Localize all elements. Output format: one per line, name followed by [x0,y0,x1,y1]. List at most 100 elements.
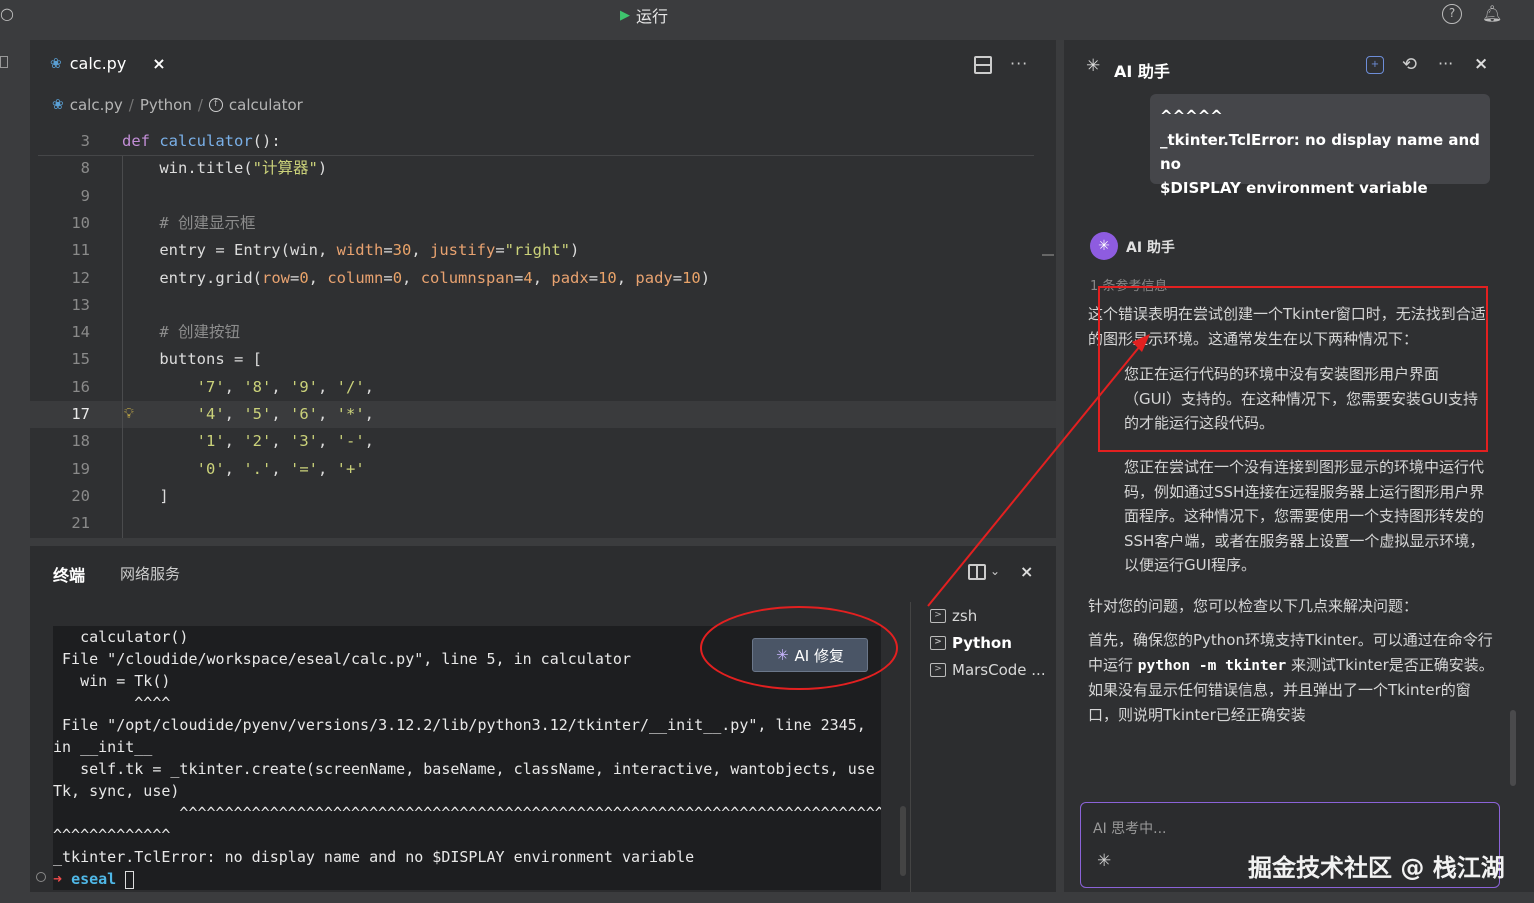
ai-avatar: ✳ [1090,232,1118,260]
code-token: , [532,268,552,287]
terminal-line: ^^^^^^^^^^^^^^^^^^^^^^^^^^^^^^^^^^^^^^^^… [53,804,881,822]
shell-name: MarsCode ... [952,660,1046,679]
code-token: row [261,268,290,287]
code-line[interactable]: 16 '7', '8', '9', '/', [30,374,1056,401]
code-text: # 创建按钮 [122,319,240,346]
tab-close-icon[interactable]: × [152,54,165,73]
code-token: entry.grid( [122,268,262,287]
more-icon[interactable]: ··· [1010,54,1028,73]
panel-divider [910,602,911,892]
sparkle-icon: ✳ [1097,851,1112,871]
code-area[interactable]: 3 def calculator(): 8 win.title("计算器") 9 10 … [30,128,1056,538]
code-line[interactable]: 14 # 创建按钮 [30,319,1056,346]
watermark: 掘金技术社区 @ 栈江湖 [1248,854,1505,882]
line-number: 3 [80,132,90,150]
ai-fix-button[interactable]: ✳ AI 修复 [752,638,868,672]
line-number: 16 [71,377,90,396]
code-line[interactable]: 8 win.title("计算器") [30,155,1056,182]
scrollbar[interactable] [900,806,906,876]
code-line[interactable]: 18 '1', '2', '3', '-', [30,428,1056,455]
help-icon[interactable]: ? [1442,4,1462,24]
prompt-dir: eseal [71,870,126,888]
breadcrumb-symbol[interactable]: calculator [229,96,303,114]
terminal-icon: > [930,635,946,650]
breadcrumb-sep: / [128,96,134,114]
code-line[interactable]: 20 ] [30,483,1056,510]
code-token: , [364,405,375,423]
code-text: '7', '8', '9', '/', [122,374,374,401]
code-token: '*' [336,405,365,423]
chip-line: _tkinter.TclError: no display name and n… [1160,131,1480,173]
code-token: entry = Entry(win, [122,241,337,260]
code-token: = [289,268,300,287]
terminal-prompt[interactable]: ➜ eseal [53,868,135,890]
chip-line: ^^^^^ [1160,107,1223,125]
breadcrumb-sep: / [197,96,203,114]
breadcrumb-lang[interactable]: Python [140,96,192,114]
code-token: padx [551,268,589,287]
code-token: , [224,459,244,478]
terminal-icon: > [930,608,946,623]
shell-item[interactable]: > zsh [930,602,1046,629]
code-token: ) [700,268,711,287]
code-token: 0 [299,268,309,287]
code-line[interactable]: 21 [30,510,1056,537]
code-token: (): [252,132,281,150]
prompt-arrow: ➜ [53,870,72,888]
line-number: 8 [80,159,90,178]
split-terminal-icon[interactable] [968,564,986,580]
code-token: win.title( [122,159,253,178]
terminal-line: File "/opt/cloudide/pyenv/versions/3.12.… [53,716,866,734]
code-token: "计算器" [252,159,318,178]
ai-first: 首先，确保您的Python环境支持Tkinter。可以通过在命令行中运行 pyt… [1088,628,1494,727]
code-token: width [336,241,384,260]
code-token: = [588,268,599,287]
breadcrumb-file[interactable]: calc.py [70,96,123,114]
play-icon: ▶ [620,7,630,23]
code-line[interactable]: 13 [30,292,1056,319]
code-token: column [327,268,384,287]
lightbulb-icon[interactable]: 💡︎ [124,401,134,428]
tab-terminal[interactable]: 终端 [53,562,85,586]
code-token: 10 [598,268,617,287]
code-token: , [224,377,244,396]
terminal-line: File "/cloudide/workspace/eseal/calc.py"… [53,650,631,668]
code-token: 30 [392,241,412,260]
code-line[interactable]: 11 entry = Entry(win, width=30, justify=… [30,237,1056,264]
code-token: '2' [243,432,272,451]
code-token: # 创建按钮 [122,323,240,342]
shell-item[interactable]: > MarsCode ... [930,656,1046,683]
close-icon[interactable]: × [1474,54,1488,74]
split-editor-icon[interactable] [974,56,992,74]
run-button[interactable]: ▶ 运行 [620,3,668,27]
close-panel-icon[interactable]: × [1020,562,1033,581]
line-number: 21 [71,514,90,533]
bell-icon[interactable]: 🔔︎ [1482,4,1502,23]
new-chat-icon[interactable]: + [1366,56,1384,74]
code-token: 0 [392,268,403,287]
code-token: # 创建显示框 [122,213,256,232]
code-line[interactable]: 10 # 创建显示框 [30,210,1056,237]
code-line[interactable]: 17 '4', '5', '6', '*', 💡︎ [30,401,1056,428]
chevron-down-icon[interactable]: ⌄ [990,564,1000,578]
tab-network[interactable]: 网络服务 [120,563,180,584]
code-token: , [271,377,290,396]
shell-item[interactable]: > Python [930,629,1046,656]
line-number: 9 [80,186,90,205]
code-text: def calculator(): [122,128,281,155]
more-icon[interactable]: ··· [1438,54,1453,73]
code-token: pady [635,268,673,287]
scrollbar[interactable] [1510,710,1516,786]
code-line[interactable]: 3 def calculator(): [30,128,1056,155]
sidebar-toggle-icon[interactable] [0,56,8,68]
search-icon[interactable]: ○ [0,4,14,23]
editor-tab[interactable]: ❀ calc.py × [50,54,166,73]
history-icon[interactable]: ⟲ [1402,54,1417,75]
code-token: '4' [122,405,225,423]
code-line[interactable]: 19 '0', '.', '=', '+' [30,456,1056,483]
code-line[interactable]: 9 [30,183,1056,210]
code-token: , [271,432,290,451]
code-token: , [402,268,421,287]
code-line[interactable]: 12 entry.grid(row=0, column=0, columnspa… [30,265,1056,292]
code-line[interactable]: 15 buttons = [ [30,346,1056,373]
